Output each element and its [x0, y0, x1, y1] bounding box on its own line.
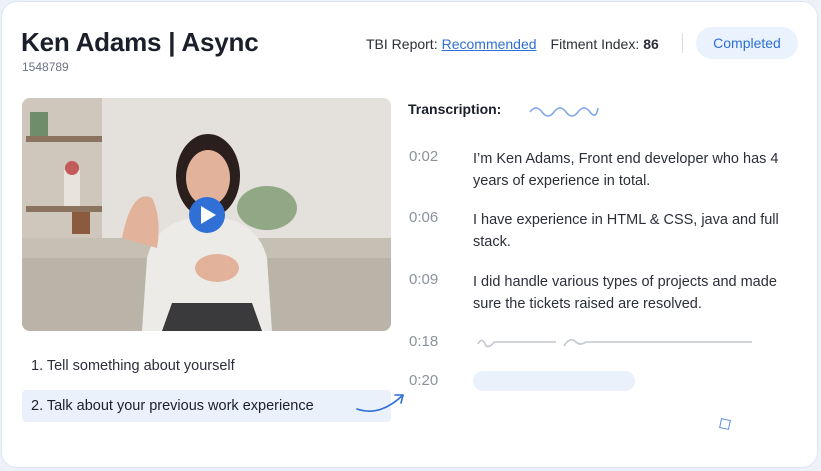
curved-arrow-icon: [356, 394, 404, 412]
fitment-index-label: Fitment Index:: [550, 36, 640, 52]
audio-waveform-icon: [477, 338, 752, 348]
transcript-timestamp[interactable]: 0:09: [409, 271, 438, 288]
transcript-timestamp[interactable]: 0:20: [409, 372, 438, 389]
candidate-id: 1548789: [22, 60, 69, 74]
transcript-timestamp[interactable]: 0:02: [409, 148, 438, 165]
transcript-timestamp[interactable]: 0:06: [409, 209, 438, 226]
tbi-report-link[interactable]: Recommended: [442, 36, 537, 52]
transcript-timestamp[interactable]: 0:18: [409, 333, 438, 350]
fitment-index-value: 86: [643, 36, 659, 52]
status-badge: Completed: [696, 27, 798, 59]
question-item[interactable]: 1. Tell something about yourself: [22, 350, 391, 382]
transcript-line: 0:02 I’m Ken Adams, Front end developer …: [409, 148, 789, 192]
transcript-line: 0:06 I have experience in HTML & CSS, ja…: [409, 209, 789, 253]
header-divider: [682, 33, 683, 53]
transcription-label: Transcription:: [408, 101, 502, 117]
transcript-loading-placeholder: [473, 371, 635, 391]
squiggle-decoration-icon: [529, 107, 599, 117]
transcript-line: 0:09 I did handle various types of proje…: [409, 271, 789, 315]
transcript-text: I’m Ken Adams, Front end developer who h…: [473, 151, 779, 189]
tbi-report-label: TBI Report:: [366, 36, 438, 52]
square-decoration-icon: [719, 418, 731, 430]
report-meta: TBI Report: Recommended Fitment Index: 8…: [366, 35, 659, 53]
video-thumbnail: [22, 98, 391, 331]
question-item-active[interactable]: 2. Talk about your previous work experie…: [22, 390, 391, 422]
video-player[interactable]: [22, 98, 391, 331]
transcript-text: I did handle various types of projects a…: [473, 274, 777, 312]
question-list: 1. Tell something about yourself 2. Talk…: [22, 350, 391, 422]
transcript-text: I have experience in HTML & CSS, java an…: [473, 212, 779, 250]
candidate-name-title: Ken Adams | Async: [21, 27, 259, 57]
